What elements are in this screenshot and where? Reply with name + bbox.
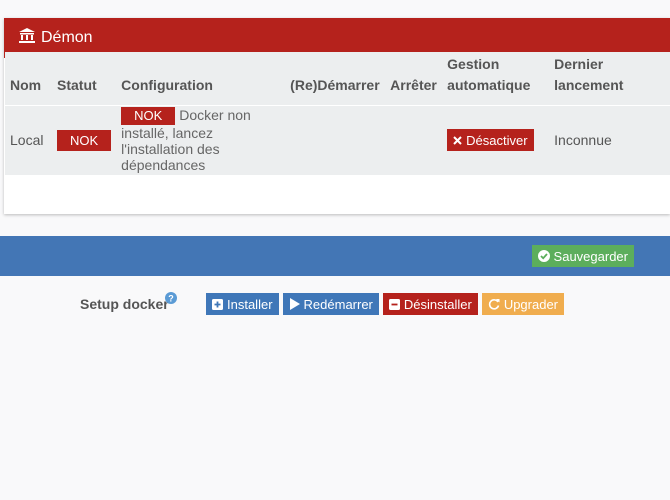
setup-docker-row: Setup docker ? Installer Redémarrer Dési… bbox=[0, 291, 670, 315]
col-auto-management: Gestion automatique bbox=[447, 55, 531, 93]
minus-square-icon bbox=[388, 298, 400, 310]
install-button[interactable]: Installer bbox=[206, 293, 279, 315]
config-status-badge: NOK bbox=[121, 107, 176, 126]
status-badge: NOK bbox=[57, 129, 112, 151]
disable-auto-button[interactable]: Désactiver bbox=[447, 129, 534, 152]
times-icon bbox=[453, 136, 462, 145]
restart-button[interactable]: Redémarrer bbox=[282, 293, 379, 315]
setup-buttons: Installer Redémarrer Désinstaller Upgrad… bbox=[206, 293, 565, 315]
uninstall-button[interactable]: Désinstaller bbox=[382, 293, 478, 315]
play-icon bbox=[289, 298, 300, 310]
daemon-table: Nom Statut Configuration (Re)Démarrer Ar… bbox=[5, 52, 670, 175]
setup-docker-label: Setup docker bbox=[80, 296, 169, 312]
table-row: Local NOK NOK Docker non installé, lance… bbox=[5, 105, 670, 175]
refresh-icon bbox=[488, 299, 500, 310]
svg-text:?: ? bbox=[168, 294, 174, 304]
plus-square-icon bbox=[212, 298, 223, 310]
daemon-title: Démon bbox=[41, 29, 93, 46]
col-status: Statut bbox=[57, 76, 97, 93]
row-name: Local bbox=[10, 132, 44, 149]
row-auto-management: Désactiver bbox=[442, 105, 549, 175]
row-last-launch: Inconnue bbox=[554, 132, 612, 149]
bank-icon bbox=[19, 28, 41, 48]
col-last-launch: Dernier lancement bbox=[554, 55, 624, 93]
row-status: NOK bbox=[52, 105, 116, 175]
check-circle-icon bbox=[537, 250, 550, 262]
col-name: Nom bbox=[10, 76, 42, 93]
action-bar: Sauvegarder bbox=[0, 236, 670, 276]
col-configuration: Configuration bbox=[121, 76, 213, 93]
upgrade-button[interactable]: Upgrader bbox=[481, 293, 565, 315]
row-stop bbox=[385, 105, 442, 175]
row-configuration: NOK Docker non installé, lancez l'instal… bbox=[116, 105, 285, 175]
row-restart bbox=[285, 105, 385, 175]
table-header-row: Nom Statut Configuration (Re)Démarrer Ar… bbox=[5, 52, 670, 105]
help-icon[interactable]: ? bbox=[165, 291, 177, 309]
col-stop: Arrêter bbox=[390, 76, 437, 93]
col-restart: (Re)Démarrer bbox=[290, 76, 380, 93]
save-button[interactable]: Sauvegarder bbox=[531, 245, 634, 267]
